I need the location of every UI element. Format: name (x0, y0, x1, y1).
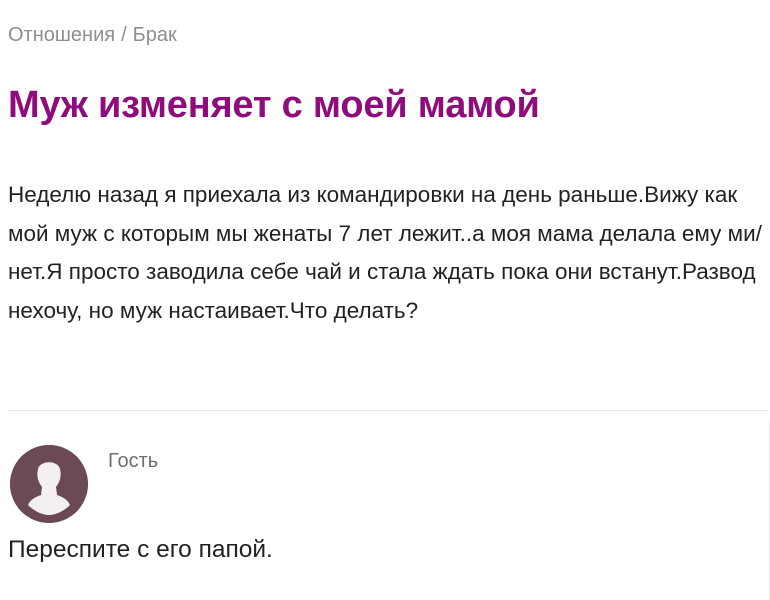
post-title: Муж изменяет с моей мамой (8, 84, 540, 126)
comment-text: Переспите с его папой. (8, 536, 273, 563)
breadcrumb-separator: / (121, 24, 127, 46)
avatar[interactable] (10, 445, 88, 523)
comment-author[interactable]: Гость (108, 450, 158, 473)
post-body: Неделю назад я приехала из командировки … (8, 182, 762, 323)
breadcrumb: Отношения / Брак (8, 24, 177, 47)
divider (8, 410, 768, 411)
breadcrumb-item-relationships[interactable]: Отношения (8, 24, 115, 46)
user-silhouette-icon (10, 445, 88, 523)
breadcrumb-item-marriage[interactable]: Брак (133, 24, 177, 46)
